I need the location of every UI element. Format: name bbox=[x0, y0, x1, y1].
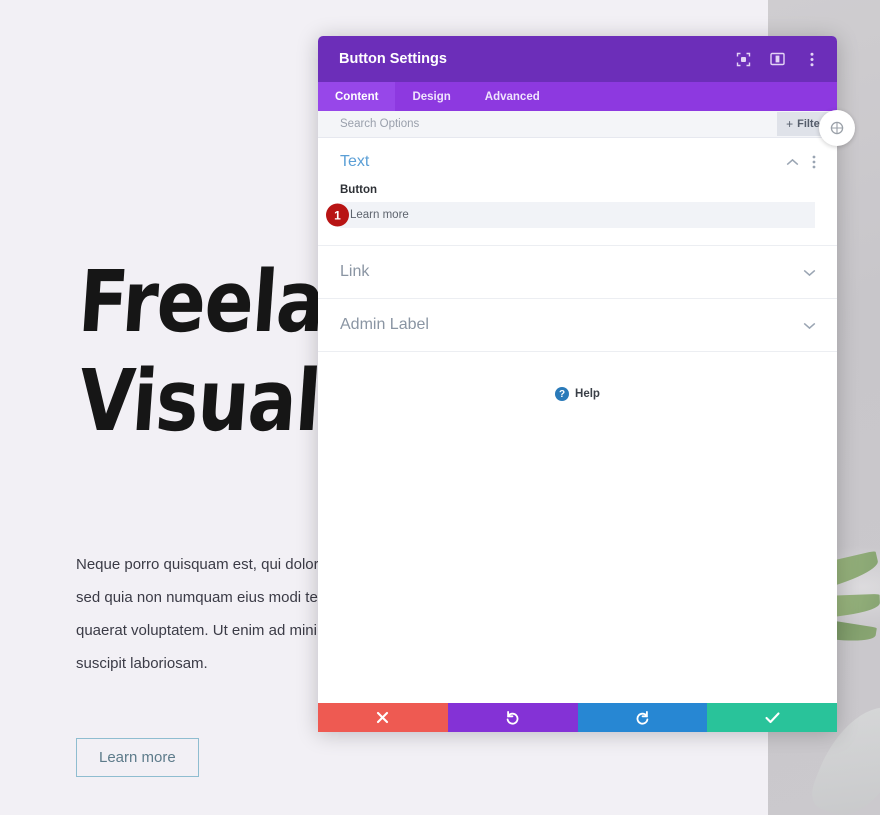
button-text-label: Button bbox=[340, 184, 378, 196]
section-text: Text Button 1 bbox=[318, 138, 837, 246]
search-input[interactable] bbox=[340, 118, 778, 130]
cancel-button[interactable] bbox=[318, 703, 448, 732]
button-text-field: Button 1 bbox=[318, 184, 837, 245]
modal-title: Button Settings bbox=[339, 51, 447, 67]
redo-button[interactable] bbox=[577, 703, 708, 732]
modal-header-actions bbox=[732, 48, 823, 71]
tab-content[interactable]: Content bbox=[318, 82, 396, 111]
modal-header: Button Settings bbox=[318, 36, 837, 82]
section-admin-label-header[interactable]: Admin Label bbox=[318, 299, 837, 351]
section-admin-label-controls bbox=[803, 321, 816, 330]
button-settings-modal: Button Settings Content Design Advanced … bbox=[318, 36, 855, 732]
undo-button[interactable] bbox=[447, 703, 578, 732]
section-text-title: Text bbox=[340, 153, 370, 170]
section-admin-label: Admin Label bbox=[318, 299, 837, 352]
section-text-header[interactable]: Text bbox=[318, 138, 837, 184]
save-button[interactable] bbox=[707, 703, 837, 732]
help-link[interactable]: ? Help bbox=[318, 352, 837, 401]
section-text-controls bbox=[786, 155, 816, 169]
more-vertical-icon[interactable] bbox=[800, 48, 823, 71]
modal-body: Text Button 1 Learn more Link Admin Labe… bbox=[318, 138, 837, 703]
help-label: Help bbox=[575, 388, 600, 400]
status-badge: 1 bbox=[326, 203, 349, 227]
modal-tabs: Content Design Advanced bbox=[318, 82, 837, 111]
button-text-input[interactable] bbox=[340, 202, 815, 228]
help-icon: ? bbox=[555, 387, 570, 401]
chevron-up-icon[interactable] bbox=[786, 158, 799, 167]
section-admin-label-title: Admin Label bbox=[340, 316, 429, 333]
search-bar: + Filter bbox=[318, 111, 837, 138]
section-link-header[interactable]: Link bbox=[318, 246, 837, 298]
learn-more-button[interactable]: Learn more bbox=[76, 738, 199, 777]
tab-advanced[interactable]: Advanced bbox=[468, 82, 557, 111]
resize-icon[interactable] bbox=[819, 110, 855, 146]
section-link-title: Link bbox=[340, 263, 370, 280]
plus-icon: + bbox=[786, 117, 794, 131]
tab-design[interactable]: Design bbox=[395, 82, 467, 111]
chevron-down-icon[interactable] bbox=[803, 321, 816, 330]
section-link-controls bbox=[803, 268, 816, 277]
chevron-down-icon[interactable] bbox=[803, 268, 816, 277]
section-link: Link bbox=[318, 246, 837, 299]
focus-icon[interactable] bbox=[732, 48, 755, 71]
panel-layout-icon[interactable] bbox=[766, 48, 789, 71]
more-vertical-icon[interactable] bbox=[812, 155, 816, 169]
modal-action-bar bbox=[318, 703, 837, 732]
